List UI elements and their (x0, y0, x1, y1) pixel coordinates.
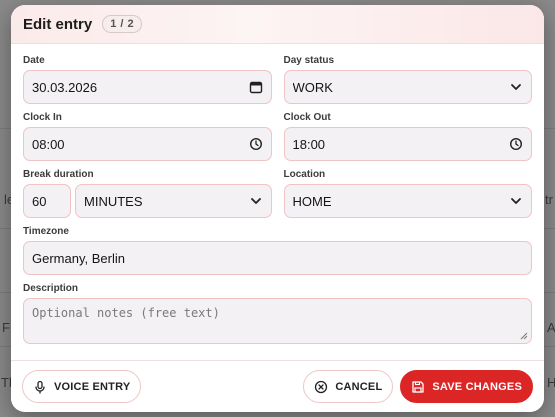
clock-out-value: 18:00 (292, 136, 326, 152)
chevron-down-icon (511, 84, 521, 90)
day-status-select[interactable]: WORK (283, 70, 532, 104)
microphone-icon (35, 380, 45, 394)
timezone-input[interactable]: Germany, Berlin (23, 241, 532, 275)
clock-in-label: Clock In (23, 112, 62, 123)
close-circle-icon (315, 380, 328, 393)
calendar-icon[interactable] (249, 80, 263, 94)
clock-in-input[interactable]: 08:00 (23, 127, 272, 161)
chevron-down-icon (511, 198, 521, 204)
date-label: Date (23, 55, 45, 66)
break-unit-value: MINUTES (84, 193, 143, 209)
clock-out-label: Clock Out (283, 112, 331, 123)
background-text: A (547, 320, 555, 335)
clock-out-input[interactable]: 18:00 (283, 127, 532, 161)
timezone-label: Timezone (23, 226, 69, 237)
save-icon (412, 380, 425, 393)
description-textarea[interactable]: Optional notes (free text) (23, 298, 532, 344)
save-changes-button[interactable]: SAVE CHANGES (400, 370, 533, 403)
day-status-label: Day status (283, 55, 335, 66)
description-label: Description (23, 283, 79, 294)
date-input[interactable]: 30.03.2026 (23, 70, 272, 104)
break-duration-label: Break duration (23, 169, 94, 180)
cancel-label: CANCEL (335, 380, 383, 393)
dialog-title: Edit entry (23, 15, 93, 33)
background-text: H (547, 375, 555, 390)
break-duration-value: 60 (32, 193, 47, 209)
description-placeholder: Optional notes (free text) (32, 306, 220, 320)
edit-entry-dialog: Edit entry 1 / 2 Date 30.03.2026 Day sta… (11, 5, 544, 412)
clock-icon[interactable] (509, 137, 523, 151)
save-changes-label: SAVE CHANGES (432, 380, 522, 393)
location-label: Location (283, 169, 326, 180)
day-status-value: WORK (292, 79, 333, 95)
dialog-footer: VOICE ENTRY CANCEL SAVE CHANGES (11, 360, 544, 412)
dialog-header: Edit entry 1 / 2 (11, 5, 544, 44)
timezone-value: Germany, Berlin (32, 250, 125, 266)
background-text: F (2, 320, 10, 335)
date-value: 30.03.2026 (32, 79, 98, 95)
break-unit-select[interactable]: MINUTES (75, 184, 272, 218)
voice-entry-button[interactable]: VOICE ENTRY (22, 370, 142, 403)
location-select[interactable]: HOME (283, 184, 532, 218)
background-text: tr (545, 192, 553, 207)
dialog-body: Date 30.03.2026 Day status WORK Clock In… (11, 44, 544, 344)
voice-entry-label: VOICE ENTRY (54, 380, 131, 393)
resize-handle-icon[interactable] (520, 332, 528, 340)
location-value: HOME (292, 193, 332, 209)
step-badge: 1 / 2 (102, 15, 143, 33)
cancel-button[interactable]: CANCEL (303, 370, 394, 403)
clock-icon[interactable] (249, 137, 263, 151)
break-duration-input[interactable]: 60 (23, 184, 71, 218)
clock-in-value: 08:00 (32, 136, 65, 152)
chevron-down-icon (250, 198, 261, 204)
